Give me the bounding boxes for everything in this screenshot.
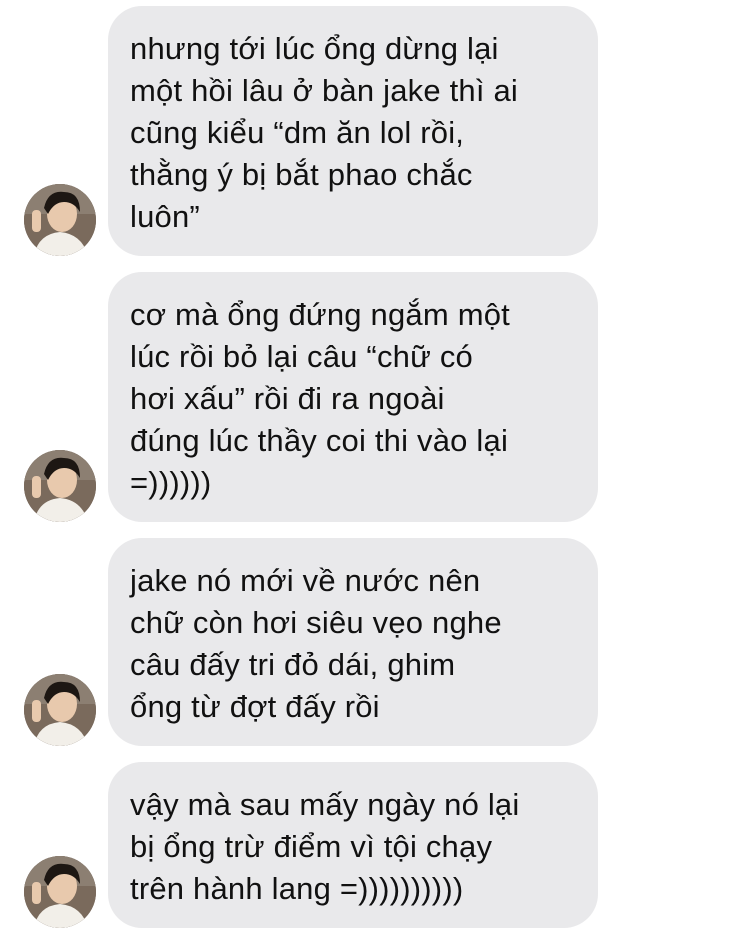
- message-bubble[interactable]: nhưng tới lúc ổng dừng lại một hồi lâu ở…: [108, 6, 598, 256]
- profile-photo-avatar[interactable]: [24, 184, 96, 256]
- profile-photo-avatar[interactable]: [24, 674, 96, 746]
- profile-photo-avatar[interactable]: [24, 856, 96, 928]
- message-bubble[interactable]: cơ mà ổng đứng ngắm một lúc rồi bỏ lại c…: [108, 272, 598, 522]
- message-bubble[interactable]: vậy mà sau mấy ngày nó lại bị ổng trừ đi…: [108, 762, 598, 928]
- profile-photo-avatar[interactable]: [24, 450, 96, 522]
- message-bubble[interactable]: jake nó mới về nước nên chữ còn hơi siêu…: [108, 538, 598, 746]
